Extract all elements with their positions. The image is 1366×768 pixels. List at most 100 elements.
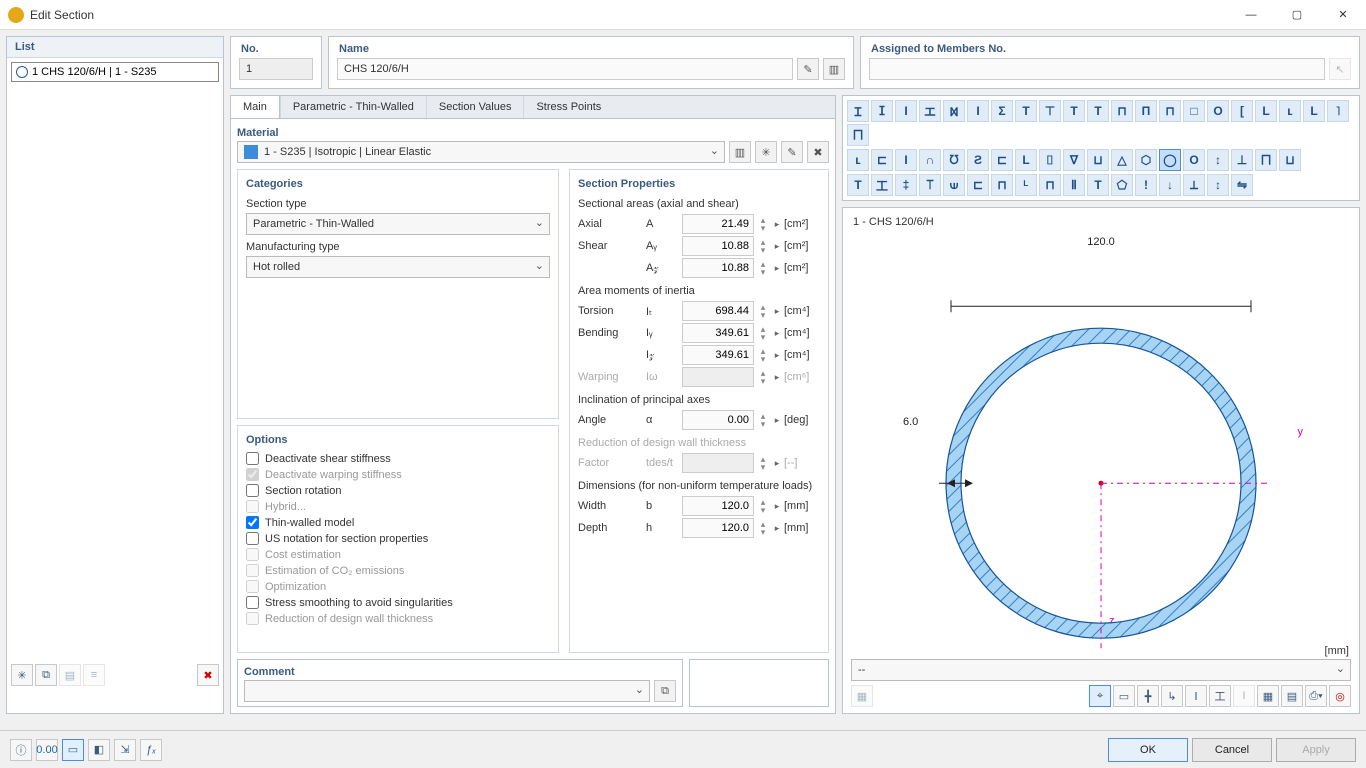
delete-item-button[interactable]: ✖ <box>197 664 219 686</box>
shape-button[interactable]: 工 <box>871 174 893 196</box>
shape-button[interactable]: ↕ <box>1207 174 1229 196</box>
spinner-icon[interactable]: ▴▾ <box>756 347 770 363</box>
material-library-button[interactable]: ▥ <box>729 141 751 163</box>
arrow-icon[interactable]: ▸ <box>772 328 782 339</box>
no-input[interactable] <box>239 58 313 80</box>
shape-button[interactable]: T <box>1063 100 1085 122</box>
bb-collapse-button[interactable]: ⇲ <box>114 739 136 761</box>
spinner-icon[interactable]: ▴▾ <box>756 238 770 254</box>
shape-button[interactable]: ◯ <box>1159 149 1181 171</box>
shape-button[interactable]: Σ <box>991 100 1013 122</box>
shape-button[interactable]: ⇋ <box>1231 174 1253 196</box>
option-checkbox[interactable]: Deactivate shear stiffness <box>246 452 550 465</box>
new-item-button[interactable]: ✳ <box>11 664 33 686</box>
shape-button[interactable]: ∇ <box>1063 149 1085 171</box>
close-button[interactable]: ✕ <box>1320 0 1366 30</box>
tab-stress-points[interactable]: Stress Points <box>523 96 613 118</box>
shape-button[interactable]: ⊔ <box>1087 149 1109 171</box>
arrow-icon[interactable]: ▸ <box>772 219 782 230</box>
shape-button[interactable]: ⊏ <box>991 149 1013 171</box>
shape-button[interactable]: ⊥ <box>1231 149 1253 171</box>
shape-button[interactable]: Ⳮ <box>943 100 965 122</box>
bb-render-button[interactable]: ◧ <box>88 739 110 761</box>
shape-button[interactable]: ʟ <box>847 149 869 171</box>
arrow-icon[interactable]: ▸ <box>772 501 782 512</box>
cross-section-view[interactable]: 1 - CHS 120/6/H 120.0 6.0 y z <box>842 207 1360 714</box>
ok-button[interactable]: OK <box>1108 738 1188 762</box>
library-button[interactable]: ▥ <box>823 58 845 80</box>
shape-button[interactable]: △ <box>1111 149 1133 171</box>
minimize-button[interactable]: — <box>1228 0 1274 30</box>
tab-main[interactable]: Main <box>231 96 280 118</box>
shape-button[interactable]: ⊓ <box>1039 174 1061 196</box>
list-item[interactable]: 1 CHS 120/6/H | 1 - S235 <box>11 62 219 82</box>
view-tb-9[interactable]: ▤ <box>1281 685 1303 707</box>
option-checkbox[interactable]: US notation for section properties <box>246 532 550 545</box>
shape-button[interactable]: L <box>1303 100 1325 122</box>
shape-button[interactable]: ⊓ <box>991 174 1013 196</box>
shape-button[interactable]: ⊤ <box>1039 100 1061 122</box>
spinner-icon[interactable]: ▴▾ <box>756 498 770 514</box>
shape-button[interactable]: ˥ <box>1327 100 1349 122</box>
property-input[interactable] <box>682 496 754 516</box>
arrow-icon[interactable]: ▸ <box>772 350 782 361</box>
view-tb-5[interactable]: Ⅰ <box>1185 685 1207 707</box>
spinner-icon[interactable]: ▴▾ <box>756 260 770 276</box>
option-checkbox[interactable]: Section rotation <box>246 484 550 497</box>
shape-button[interactable]: □ <box>1183 100 1205 122</box>
view-tb-6[interactable]: 工 <box>1209 685 1231 707</box>
copy-item-button[interactable]: ⧉ <box>35 664 57 686</box>
shape-button[interactable]: Ⅱ <box>1063 174 1085 196</box>
spinner-icon[interactable]: ▴▾ <box>756 412 770 428</box>
shape-button[interactable]: ⊏ <box>871 149 893 171</box>
shape-button[interactable]: ↕ <box>1207 149 1229 171</box>
spinner-icon[interactable]: ▴▾ <box>756 325 770 341</box>
edit-name-button[interactable]: ✎ <box>797 58 819 80</box>
shape-button[interactable]: ⊓ <box>1159 100 1181 122</box>
spinner-icon[interactable]: ▴▾ <box>756 216 770 232</box>
material-dropdown[interactable]: 1 - S235 | Isotropic | Linear Elastic <box>237 141 725 163</box>
bb-view-button[interactable]: ▭ <box>62 739 84 761</box>
shape-button[interactable]: ⨅ <box>1255 149 1277 171</box>
bb-decimals-button[interactable]: 0.00 <box>36 739 58 761</box>
shape-button[interactable]: エ <box>919 100 941 122</box>
shape-button[interactable]: L <box>1015 149 1037 171</box>
shape-button[interactable]: T <box>1087 100 1109 122</box>
manufacturing-dropdown[interactable]: Hot rolled <box>246 256 550 278</box>
arrow-icon[interactable]: ▸ <box>772 241 782 252</box>
spinner-icon[interactable]: ▴▾ <box>756 520 770 536</box>
option-checkbox[interactable]: Thin-walled model <box>246 516 550 529</box>
shape-button[interactable]: ⵊ <box>871 100 893 122</box>
cancel-button[interactable]: Cancel <box>1192 738 1272 762</box>
property-input[interactable] <box>682 258 754 278</box>
view-tb-print[interactable]: ⎙▾ <box>1305 685 1327 707</box>
shape-button[interactable]: ⨅ <box>847 124 869 146</box>
preview-dropdown[interactable]: -- <box>851 659 1351 681</box>
property-input[interactable] <box>682 518 754 538</box>
shape-button[interactable]: ᴸ <box>1015 174 1037 196</box>
view-tb-3[interactable]: ╋ <box>1137 685 1159 707</box>
spinner-icon[interactable]: ▴▾ <box>756 303 770 319</box>
arrow-icon[interactable]: ▸ <box>772 306 782 317</box>
comment-expand-button[interactable]: ⧉ <box>654 680 676 702</box>
shape-button[interactable]: ⟙ <box>919 174 941 196</box>
option-checkbox[interactable]: Stress smoothing to avoid singularities <box>246 596 550 609</box>
view-tb-8[interactable]: ▦ <box>1257 685 1279 707</box>
shape-button[interactable]: ᘮ <box>943 149 965 171</box>
property-input[interactable] <box>682 410 754 430</box>
property-input[interactable] <box>682 214 754 234</box>
material-new-button[interactable]: ✳ <box>755 141 777 163</box>
material-delete-button[interactable]: ✖ <box>807 141 829 163</box>
shape-button[interactable]: T <box>847 174 869 196</box>
section-type-dropdown[interactable]: Parametric - Thin-Walled <box>246 213 550 235</box>
shape-button[interactable]: ⟂ <box>1183 174 1205 196</box>
shape-button[interactable]: Ƨ <box>967 149 989 171</box>
arrow-icon[interactable]: ▸ <box>772 415 782 426</box>
maximize-button[interactable]: ▢ <box>1274 0 1320 30</box>
view-tb-4[interactable]: ↳ <box>1161 685 1183 707</box>
comment-input[interactable] <box>244 680 650 702</box>
property-input[interactable] <box>682 236 754 256</box>
shape-button[interactable]: ⊏ <box>967 174 989 196</box>
shape-button[interactable]: [ <box>1231 100 1253 122</box>
shape-button[interactable]: T <box>1087 174 1109 196</box>
